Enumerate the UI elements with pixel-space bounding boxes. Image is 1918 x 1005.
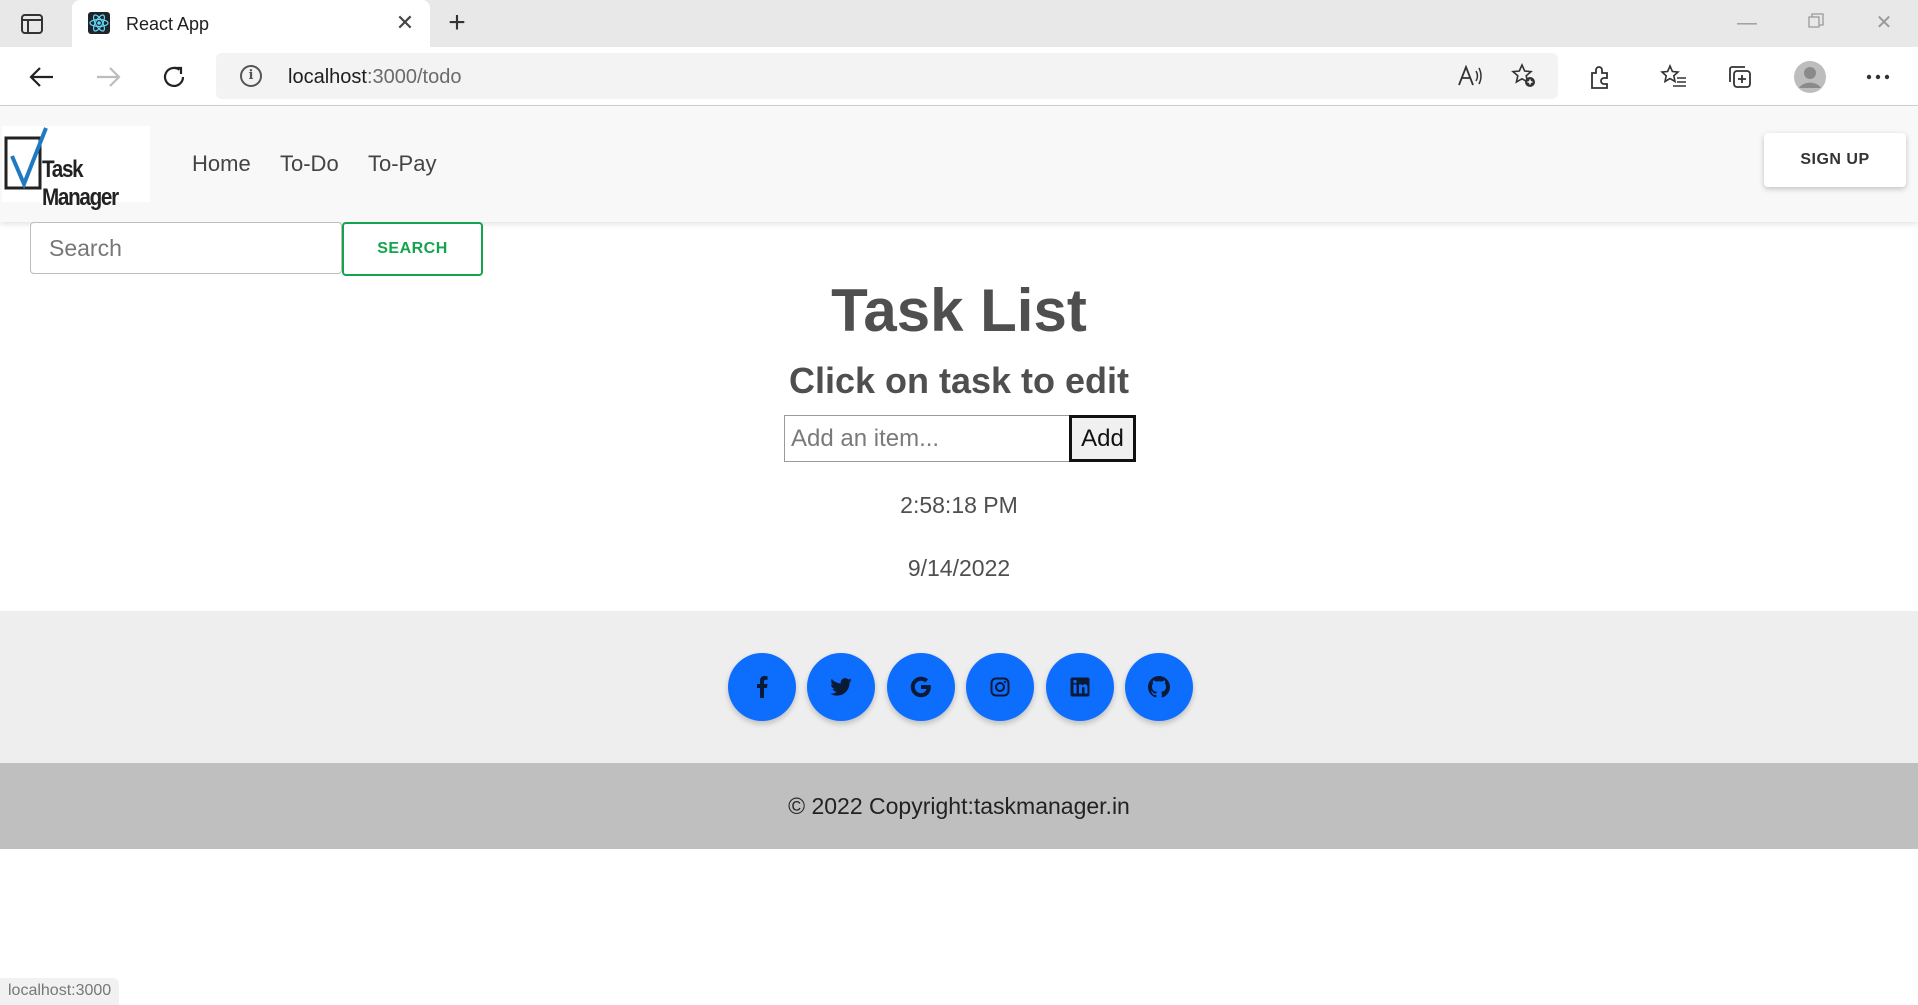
back-arrow-icon[interactable] <box>24 59 60 95</box>
add-favorite-icon[interactable] <box>1506 58 1542 94</box>
nav-link-todo[interactable]: To-Do <box>280 151 339 177</box>
extensions-icon[interactable] <box>1582 59 1618 95</box>
address-bar[interactable]: i localhost:3000/todo <box>216 53 1558 99</box>
page-subtitle: Click on task to edit <box>788 360 1130 401</box>
read-aloud-icon[interactable] <box>1452 58 1488 94</box>
current-time: 2:58:18 PM <box>900 492 1018 518</box>
collections-icon[interactable] <box>1722 59 1758 95</box>
tab-title: React App <box>126 14 210 34</box>
address-url: localhost:3000/todo <box>288 66 462 88</box>
signup-button[interactable]: SIGN UP <box>1764 133 1906 187</box>
google-icon[interactable] <box>887 653 955 721</box>
new-tab-button[interactable]: + <box>440 8 474 39</box>
refresh-icon[interactable] <box>156 59 192 95</box>
minimize-icon[interactable]: — <box>1727 8 1767 38</box>
close-window-icon[interactable]: ✕ <box>1864 8 1904 38</box>
react-logo-icon <box>88 12 110 34</box>
facebook-icon[interactable] <box>728 653 796 721</box>
browser-tab-bar: React App ✕ + — ✕ <box>0 0 1918 47</box>
search-button[interactable]: SEARCH <box>342 222 483 276</box>
github-icon[interactable] <box>1125 653 1193 721</box>
browser-toolbar: i localhost:3000/todo <box>0 47 1918 106</box>
brand-logo[interactable]: Task Manager <box>2 126 150 211</box>
more-options-icon[interactable] <box>1860 59 1896 95</box>
status-bar-url: localhost:3000 <box>0 978 120 1005</box>
app-navbar: Task Manager Home To-Do To-Pay SIGN UP <box>0 107 1918 222</box>
footer-copyright-section: © 2022 Copyright:taskmanager.in <box>0 763 1918 849</box>
tab-actions-icon[interactable] <box>20 12 50 36</box>
current-date: 9/14/2022 <box>907 555 1011 581</box>
restore-icon[interactable] <box>1796 8 1836 38</box>
nav-link-home[interactable]: Home <box>192 151 251 177</box>
page-title: Task List <box>831 277 1087 344</box>
twitter-icon[interactable] <box>807 653 875 721</box>
nav-link-topay[interactable]: To-Pay <box>368 151 436 177</box>
add-item-input[interactable] <box>784 415 1070 462</box>
profile-avatar-icon[interactable] <box>1792 59 1828 95</box>
add-item-button[interactable]: Add <box>1069 415 1136 462</box>
copyright-text: © 2022 Copyright:taskmanager.in <box>788 793 1130 819</box>
forward-arrow-icon[interactable] <box>90 59 126 95</box>
search-input[interactable] <box>30 222 342 274</box>
instagram-icon[interactable] <box>966 653 1034 721</box>
favorites-icon[interactable] <box>1656 59 1692 95</box>
linkedin-icon[interactable] <box>1046 653 1114 721</box>
tab-close-icon[interactable]: ✕ <box>392 10 418 36</box>
brand-name: Task Manager <box>42 156 119 211</box>
footer-social-section <box>0 611 1918 763</box>
browser-tab[interactable]: React App ✕ <box>72 0 430 47</box>
info-icon[interactable]: i <box>240 65 262 87</box>
